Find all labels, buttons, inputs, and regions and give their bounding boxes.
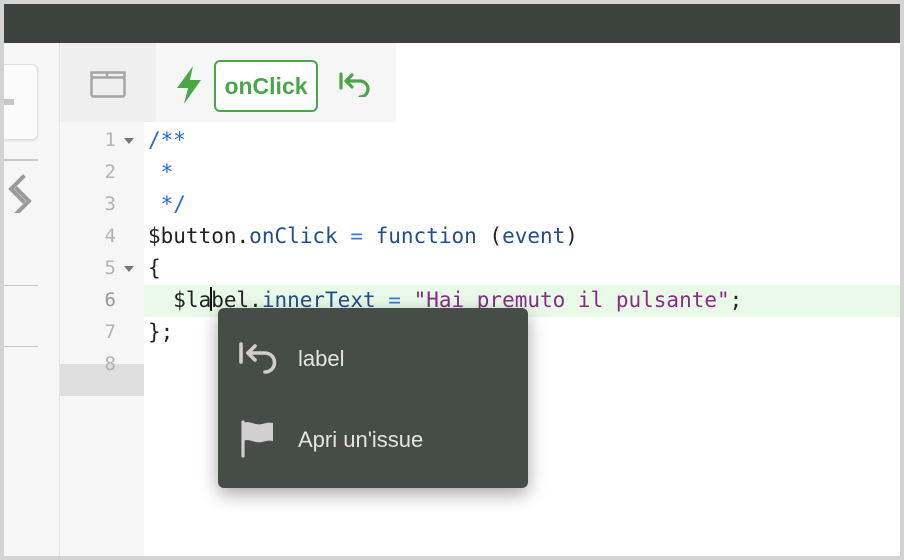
- paren-token: (: [476, 224, 503, 248]
- code-line[interactable]: *: [148, 156, 174, 188]
- paren-token: ): [565, 224, 578, 248]
- line-gutter: 1 2 3 4 5 6 7 8: [60, 122, 144, 556]
- panel-divider: [4, 159, 38, 161]
- variable-token: $button: [148, 224, 237, 248]
- menu-item-label: Apri un'issue: [298, 427, 424, 452]
- line-number: 8: [104, 353, 116, 375]
- script-icon[interactable]: [7, 173, 33, 213]
- panel-divider: [4, 346, 38, 347]
- panel-divider: [4, 285, 38, 286]
- collapsed-panel-tab[interactable]: [4, 64, 38, 140]
- code-line[interactable]: */: [148, 188, 186, 220]
- code-line[interactable]: /**: [148, 124, 186, 156]
- context-menu: label Apri un'issue: [218, 308, 528, 488]
- indent-token: [148, 288, 173, 312]
- dot-token: .: [236, 224, 250, 248]
- fold-arrow-icon[interactable]: [124, 138, 134, 144]
- brace-token: };: [148, 320, 174, 344]
- line-number: 3: [104, 193, 116, 215]
- flag-icon: [241, 420, 273, 458]
- line-number: 4: [104, 225, 116, 247]
- line-number: 1: [104, 129, 116, 151]
- variable-token: $la: [173, 288, 212, 312]
- toolbar-panels-section: [60, 43, 156, 122]
- line-number: 6: [104, 289, 116, 311]
- panels-icon[interactable]: [90, 70, 126, 98]
- param-token: event: [502, 224, 566, 248]
- fold-arrow-icon[interactable]: [124, 266, 134, 272]
- line-number: 2: [104, 161, 116, 183]
- menu-item-open-issue[interactable]: Apri un'issue: [218, 404, 528, 476]
- menu-item-label: label: [298, 346, 345, 371]
- panel-handle: [4, 99, 14, 105]
- line-number: 5: [104, 257, 116, 279]
- property-token: onClick: [249, 224, 338, 248]
- keyword-token: function: [375, 224, 477, 248]
- code-line[interactable]: {: [148, 252, 161, 284]
- top-bar: [4, 4, 900, 43]
- comment-token: */: [148, 192, 186, 216]
- code-line[interactable]: $button.onClick = function (event): [148, 220, 578, 252]
- menu-item-go-to-definition[interactable]: label: [218, 323, 528, 395]
- editor-toolbar: onClick: [60, 43, 900, 122]
- bolt-icon: [177, 66, 201, 104]
- undo-icon[interactable]: [338, 71, 372, 97]
- line-number: 7: [104, 321, 116, 343]
- operator-token: =: [337, 224, 376, 248]
- undo-icon: [239, 342, 277, 374]
- comment-token: *: [148, 160, 174, 184]
- event-name-badge[interactable]: onClick: [214, 60, 318, 112]
- left-panel: [4, 43, 59, 556]
- brace-token: {: [148, 256, 161, 280]
- comment-token: /**: [148, 128, 186, 152]
- code-line[interactable]: };: [148, 316, 173, 348]
- semicolon-token: ;: [729, 288, 743, 312]
